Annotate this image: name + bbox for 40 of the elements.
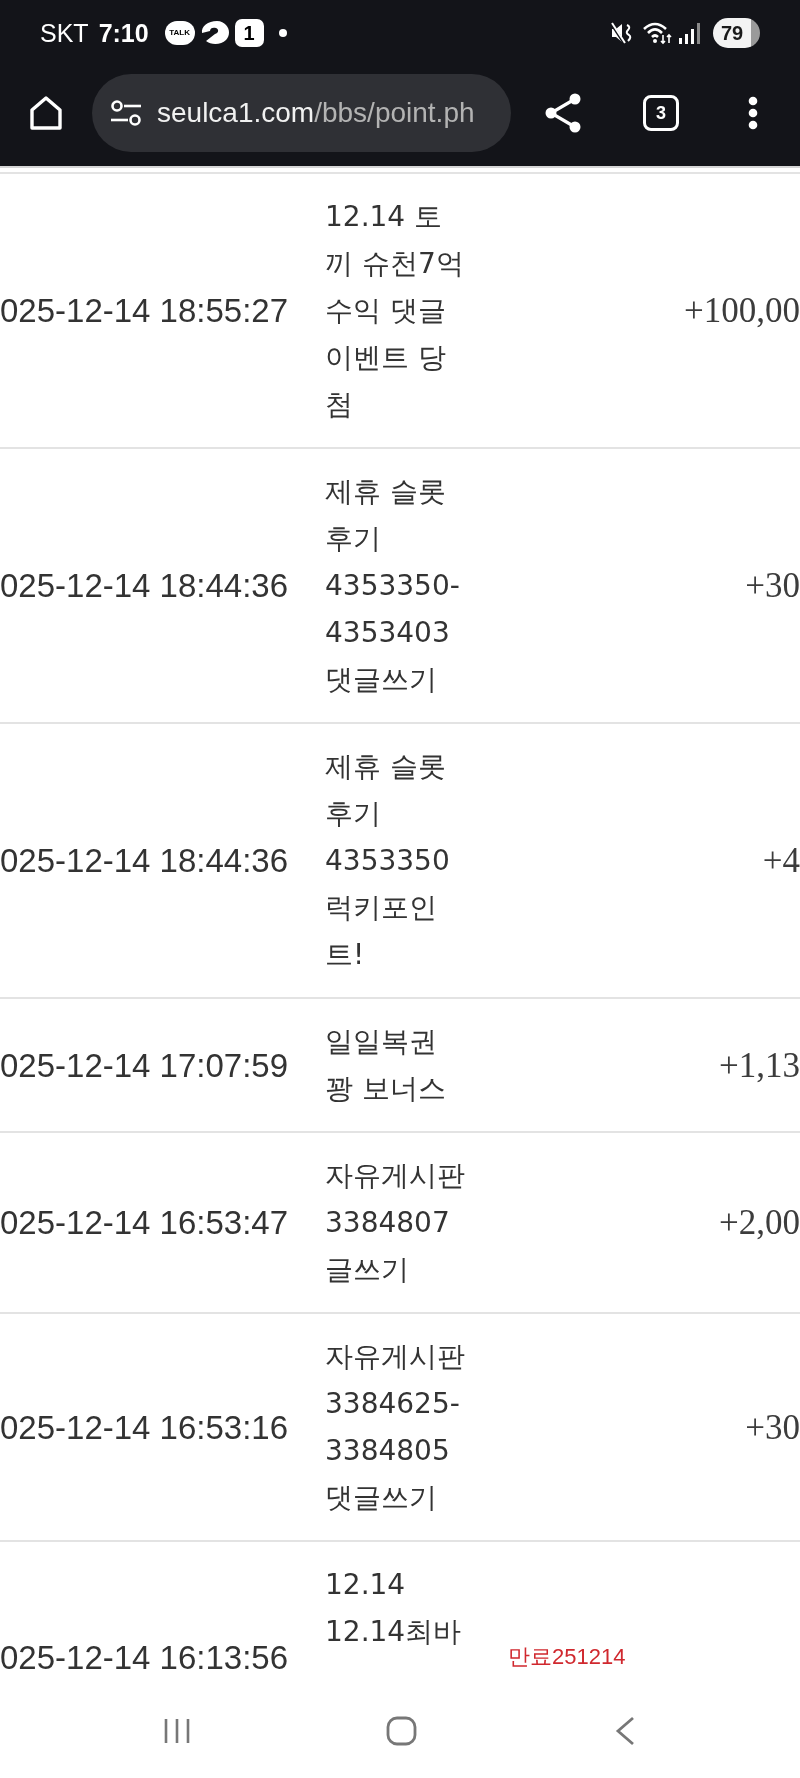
expiry-cell: 만료251214: [508, 1646, 626, 1668]
description-cell-text: 자유게시판 3384625-3384805 댓글쓰기: [325, 1339, 466, 1516]
muted-speaker-icon: [610, 22, 634, 44]
url-path: /bbs/point.ph: [314, 99, 475, 127]
tune-icon[interactable]: [110, 100, 142, 126]
date-time-cell: 025-12-14 17:07:59: [0, 1048, 289, 1082]
clock-time: 7:10: [98, 20, 149, 46]
signal-icon: [678, 22, 702, 44]
points-cell: +1,13: [719, 1047, 800, 1083]
menu-icon[interactable]: [748, 96, 758, 130]
chat-notification: TALK: [164, 21, 195, 45]
description-cell-text: 자유게시판 3384807 글쓰기: [325, 1158, 466, 1288]
points-cell: +2,00: [719, 1205, 800, 1240]
date-time-cell: 025-12-14 16:53:16: [0, 1410, 289, 1444]
carrier-name: SKT: [40, 20, 89, 46]
dot-icon: [278, 29, 287, 37]
description-cell-text: 12.14 12.14최바: [325, 1567, 463, 1650]
date-time-cell: 025-12-14 18:44:36: [0, 569, 289, 602]
date-time-cell: 025-12-14 16:53:47: [0, 1206, 289, 1239]
description-cell-text: 일일복권 꽝 보너스: [325, 1024, 447, 1107]
points-cell: +30: [745, 568, 800, 603]
points-cell: +100,00: [684, 293, 800, 328]
description-cell-text: 12.14 토끼 슈천7억 수익 댓글 이벤트 당첨: [325, 199, 465, 423]
points-cell: +30: [745, 1409, 800, 1445]
battery-indicator: 79: [713, 18, 760, 48]
notification-count: 1: [234, 19, 264, 47]
tab-count-button[interactable]: 3: [643, 95, 679, 131]
url-domain: seulca1.com: [157, 99, 315, 127]
date-time-cell: 025-12-14 16:13:56: [0, 1640, 289, 1674]
date-time-cell: 025-12-14 18:44:36: [0, 844, 289, 877]
share-icon[interactable]: [545, 93, 581, 133]
back-icon[interactable]: [614, 1715, 636, 1746]
address-bar[interactable]: seulca1.com/bbs/point.ph: [92, 74, 511, 152]
recent-apps-icon[interactable]: [163, 1716, 191, 1745]
home-icon[interactable]: [28, 95, 64, 131]
date-time-cell: 025-12-14 18:55:27: [0, 294, 289, 327]
description-cell-text: 제휴 슬롯 후기 4353350-4353403 댓글쓰기: [325, 474, 461, 698]
wifi-icon: [642, 21, 672, 45]
description-cell-text: 제휴 슬롯 후기 4353350 럭키포인트!: [325, 749, 451, 973]
points-cell: +4: [762, 843, 800, 878]
